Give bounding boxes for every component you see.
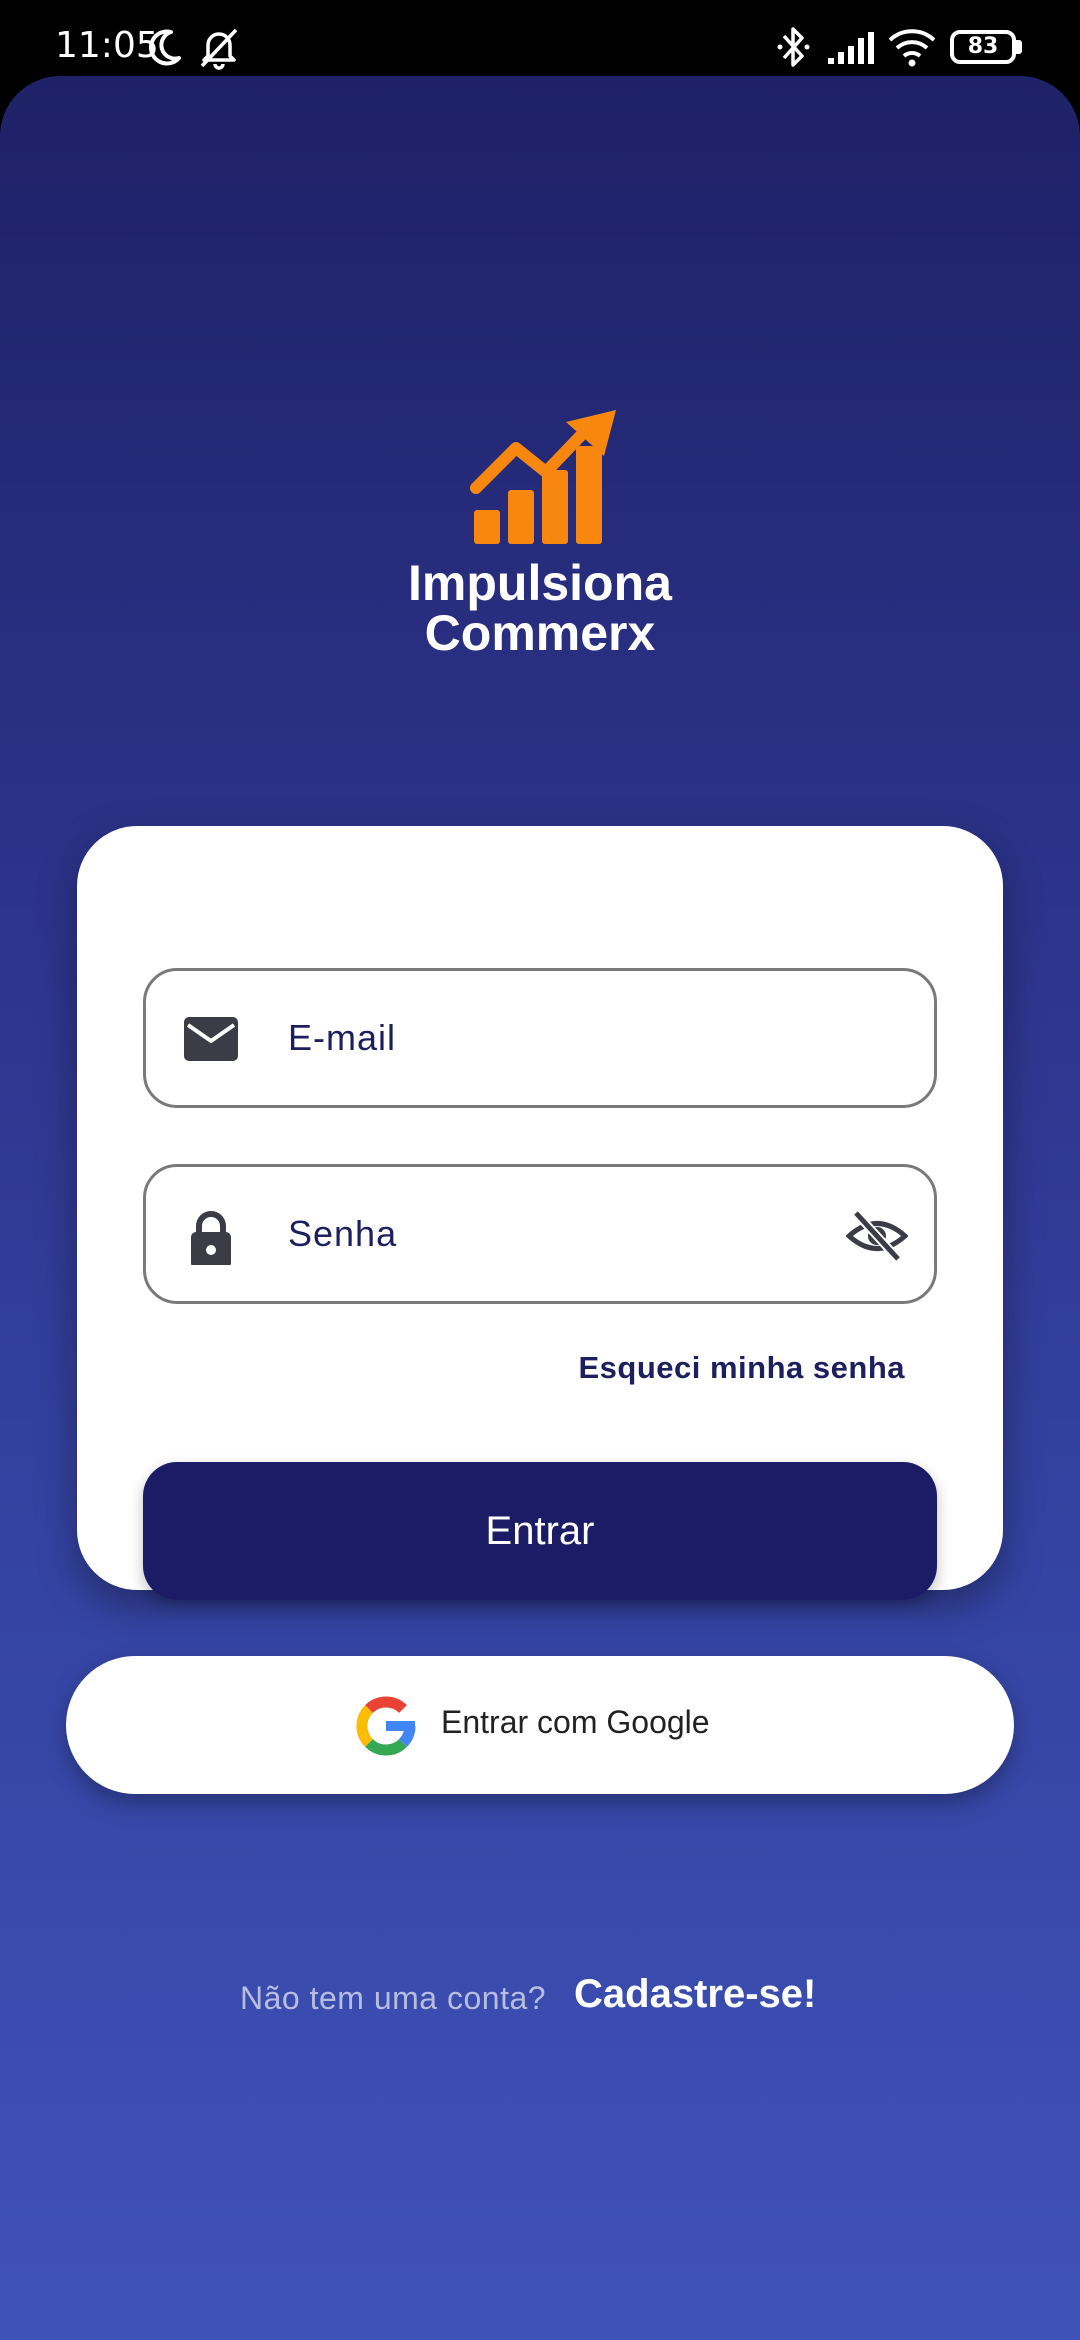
signal-icon: [828, 32, 874, 64]
login-screen: Impulsiona Commerx E-mail Esqueci minha …: [0, 76, 1080, 2340]
bell-off-icon: [200, 28, 238, 70]
battery-level: 83: [967, 34, 999, 59]
moon-icon: [148, 29, 181, 66]
app-name-line2: Commerx: [424, 605, 656, 661]
password-field[interactable]: [143, 1164, 937, 1304]
email-input[interactable]: [286, 971, 846, 1105]
envelope-icon: [184, 1017, 238, 1061]
signup-prompt: Não tem uma conta?: [240, 1980, 547, 2016]
app-name: Impulsiona Commerx: [0, 558, 1080, 658]
bluetooth-icon: [777, 27, 810, 67]
status-time: 11:05: [55, 25, 159, 66]
login-button[interactable]: Entrar: [143, 1462, 937, 1600]
google-login-label: Entrar com Google: [441, 1704, 710, 1740]
battery-tip: [1016, 40, 1022, 54]
email-field[interactable]: [143, 968, 937, 1108]
lock-icon: [191, 1211, 231, 1265]
google-login-button[interactable]: Entrar com Google: [66, 1656, 1014, 1794]
eye-off-icon[interactable]: [846, 1207, 908, 1265]
wifi-icon: [888, 29, 936, 67]
login-card: Esqueci minha senha Entrar: [77, 826, 1003, 1600]
signup-link[interactable]: Cadastre-se!: [574, 1972, 816, 2017]
password-input[interactable]: [286, 1167, 846, 1301]
growth-chart-icon: [470, 410, 616, 544]
google-icon: [356, 1696, 416, 1756]
forgot-password-link[interactable]: Esqueci minha senha: [579, 1350, 906, 1386]
app-name-line1: Impulsiona: [408, 555, 672, 611]
battery-indicator: 83: [950, 30, 1016, 64]
